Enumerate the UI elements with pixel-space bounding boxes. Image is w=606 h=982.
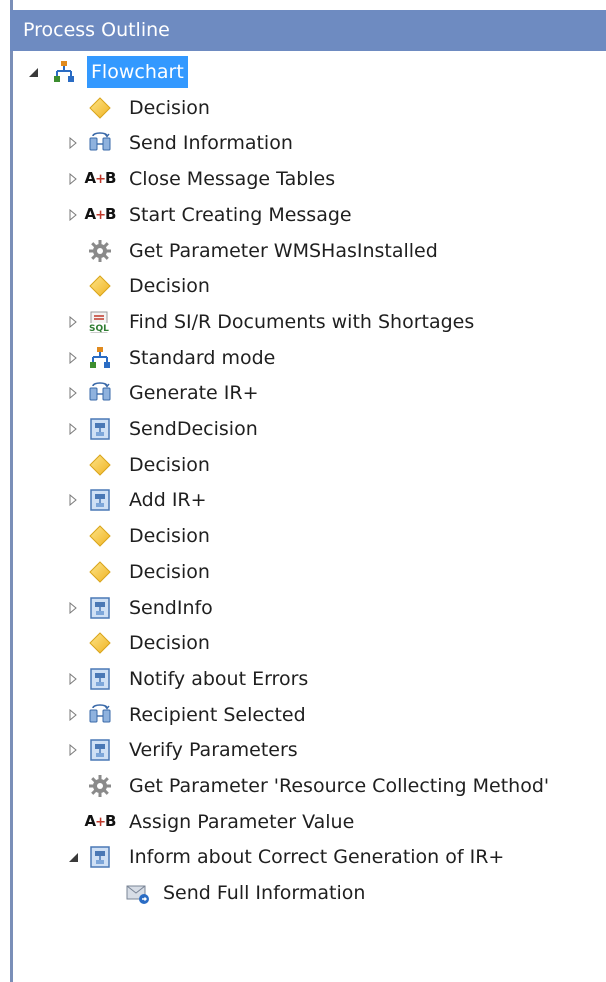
assign-ab-icon: A+B	[84, 204, 117, 223]
tree-item[interactable]: Decision	[13, 447, 606, 483]
tree-item[interactable]: SendInfo	[13, 590, 606, 626]
tree-item-label-start-creating-message: Start Creating Message	[129, 203, 352, 226]
tree-item[interactable]: A+B Assign Parameter Value	[13, 804, 606, 840]
tree-item-label-get-parameter-resource-collecting-method: Get Parameter 'Resource Collecting Metho…	[129, 775, 550, 797]
expand-arrow-icon[interactable]	[65, 340, 81, 376]
collapse-arrow-icon[interactable]	[65, 839, 81, 875]
tree-item[interactable]: Verify Parameters	[13, 732, 606, 768]
expand-arrow-icon[interactable]	[65, 590, 81, 626]
decision-diamond-icon	[87, 95, 113, 121]
tree-item[interactable]: Send Full Information	[13, 875, 606, 911]
tree-item[interactable]: Decision	[13, 268, 606, 304]
group-icon	[87, 380, 113, 406]
tree-item[interactable]: Decision	[13, 90, 606, 126]
tree-item[interactable]: Decision	[13, 625, 606, 661]
tree-item-label-sendinfo: SendInfo	[129, 596, 213, 619]
svg-text:SQL: SQL	[89, 324, 109, 334]
tree-item[interactable]: Get Parameter WMSHasInstalled	[13, 233, 606, 269]
expand-arrow-icon[interactable]	[65, 411, 81, 447]
group-icon	[87, 130, 113, 156]
panel-title-bar: Process Outline	[10, 10, 606, 51]
gear-icon	[87, 238, 113, 264]
tree-item-label-decision: Decision	[129, 96, 210, 119]
expand-arrow-icon[interactable]	[65, 697, 81, 733]
tree-root-item[interactable]: Flowchart	[13, 54, 606, 90]
tree-item-label-decision: Decision	[129, 275, 210, 298]
sequence-icon	[87, 844, 113, 870]
tree-item-label-assign-parameter-value: Assign Parameter Value	[129, 810, 355, 833]
decision-diamond-icon	[87, 630, 113, 656]
tree-item[interactable]: Get Parameter 'Resource Collecting Metho…	[13, 768, 606, 804]
tree-item[interactable]: Decision	[13, 554, 606, 590]
tree-item[interactable]: Inform about Correct Generation of IR+	[13, 839, 606, 875]
tree-item[interactable]: Generate IR+	[13, 375, 606, 411]
expand-arrow-icon[interactable]	[65, 375, 81, 411]
expand-arrow-icon[interactable]	[65, 161, 81, 197]
tree-item[interactable]: A+B Start Creating Message	[13, 197, 606, 233]
tree-item[interactable]: A+B Close Message Tables	[13, 161, 606, 197]
tree-item-label-standard-mode: Standard mode	[129, 346, 276, 369]
tree-item-label-add-ir: Add IR+	[129, 489, 207, 512]
collapse-arrow-icon[interactable]	[25, 54, 41, 90]
tree-item-label-close-message-tables: Close Message Tables	[129, 168, 336, 191]
flowchart-icon	[51, 59, 77, 85]
send-mail-icon	[125, 880, 151, 906]
tree-item-label-send-full-information: Send Full Information	[163, 882, 366, 905]
tree-item-label-find-si-r-documents-with-shortages: Find SI/R Documents with Shortages	[129, 310, 475, 333]
flowchart-icon	[87, 345, 113, 371]
expand-arrow-icon[interactable]	[65, 661, 81, 697]
expand-arrow-icon[interactable]	[65, 304, 81, 340]
assign-ab-icon: A+B	[84, 811, 117, 830]
expand-arrow-icon[interactable]	[65, 197, 81, 233]
tree-item[interactable]: SendDecision	[13, 411, 606, 447]
process-tree[interactable]: Flowchart Decision Send Information A+B Clos…	[13, 52, 606, 982]
sequence-icon	[87, 595, 113, 621]
tree-item-label-senddecision: SendDecision	[129, 418, 258, 440]
sequence-icon	[87, 416, 113, 442]
decision-diamond-icon	[87, 523, 113, 549]
tree-item[interactable]: Decision	[13, 518, 606, 554]
tree-item[interactable]: SQL Find SI/R Documents with Shortages	[13, 304, 606, 340]
sequence-icon	[87, 666, 113, 692]
gear-icon	[87, 773, 113, 799]
tree-item-label-notify-about-errors: Notify about Errors	[129, 667, 309, 690]
tree-item-label-flowchart: Flowchart	[87, 56, 188, 88]
tree-item-label-verify-parameters: Verify Parameters	[129, 739, 298, 762]
panel-title: Process Outline	[23, 19, 170, 41]
sequence-icon	[87, 487, 113, 513]
decision-diamond-icon	[87, 452, 113, 478]
sequence-icon	[87, 737, 113, 763]
expand-arrow-icon[interactable]	[65, 125, 81, 161]
tree-item-label-get-parameter-wmshasinstalled: Get Parameter WMSHasInstalled	[129, 239, 438, 262]
decision-diamond-icon	[87, 273, 113, 299]
tree-item[interactable]: Send Information	[13, 125, 606, 161]
expand-arrow-icon[interactable]	[65, 482, 81, 518]
tree-item-label-recipient-selected: Recipient Selected	[129, 703, 306, 726]
tree-item-label-decision: Decision	[129, 632, 210, 655]
sql-icon: SQL	[87, 309, 113, 335]
expand-arrow-icon[interactable]	[65, 732, 81, 768]
tree-item-label-decision: Decision	[129, 525, 210, 548]
tree-item-label-send-information: Send Information	[129, 132, 293, 155]
tree-item-label-generate-ir: Generate IR+	[129, 382, 259, 405]
group-icon	[87, 702, 113, 728]
decision-diamond-icon	[87, 559, 113, 585]
tree-item[interactable]: Standard mode	[13, 340, 606, 376]
tree-item[interactable]: Add IR+	[13, 482, 606, 518]
tree-item-label-decision: Decision	[129, 560, 210, 583]
tree-item-label-decision: Decision	[129, 453, 210, 476]
tree-item-label-inform-about-correct-generation-of-ir: Inform about Correct Generation of IR+	[129, 846, 505, 869]
tree-item[interactable]: Recipient Selected	[13, 697, 606, 733]
process-outline-panel: Process Outline Flowchart Decision Send In…	[0, 0, 606, 982]
tree-item[interactable]: Notify about Errors	[13, 661, 606, 697]
assign-ab-icon: A+B	[84, 169, 117, 188]
